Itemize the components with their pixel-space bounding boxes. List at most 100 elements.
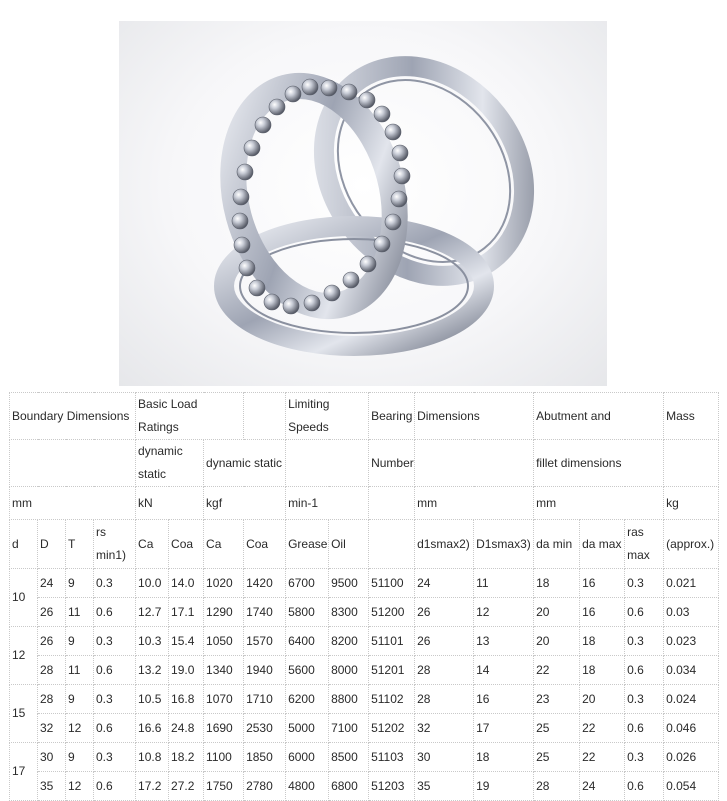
table-cell: 16.8 [168, 684, 205, 714]
table-cell: 25 [533, 742, 581, 772]
abutment-header: Abutment and [533, 392, 665, 440]
table-cell: 32 [414, 713, 475, 743]
table-cell: 51201 [368, 655, 416, 685]
table-cell: 1570 [243, 626, 287, 656]
table-cell: 9 [65, 568, 94, 598]
table-cell: 22 [579, 713, 626, 743]
mass-header: Mass [663, 392, 720, 440]
table-cell: 5600 [285, 655, 330, 685]
column-header-row: d D T rs min1) Ca Coa Ca Coa Grease Oil … [9, 519, 720, 569]
table-cell: 17.2 [135, 771, 170, 801]
table-row: 32 12 0.6 16.6 24.8 1690 2530 5000 7100 … [10, 713, 720, 743]
table-cell: 17 [473, 713, 535, 743]
d-cell: 12 [9, 626, 38, 685]
empty-header-cell [663, 439, 720, 487]
table-cell: 11 [473, 568, 535, 598]
table-cell: 9 [65, 742, 94, 772]
table-cell: 22 [533, 655, 581, 685]
table-cell: 1050 [203, 626, 245, 656]
table-cell: 0.046 [663, 713, 720, 743]
boundary-dimensions-header: Boundary Dimensions [8, 392, 137, 440]
table-cell: 20 [533, 626, 581, 656]
table-row: 28 11 0.6 13.2 19.0 1340 1940 5600 8000 … [10, 655, 720, 685]
table-cell: 0.023 [663, 626, 720, 656]
table-row: 35 12 0.6 17.2 27.2 1750 2780 4800 6800 … [10, 771, 720, 801]
table-cell: 18 [473, 742, 535, 772]
col-coa-kgf: Coa [243, 519, 287, 569]
table-cell: 1750 [203, 771, 245, 801]
table-cell: 10.5 [135, 684, 170, 714]
table-cell: 0.3 [624, 684, 665, 714]
table-cell: 0.3 [92, 626, 137, 656]
table-cell: 1850 [243, 742, 287, 772]
table-cell: 18.2 [168, 742, 205, 772]
unit-kn: kN [135, 486, 205, 520]
table-cell: 25 [533, 713, 581, 743]
table-cell: 2780 [243, 771, 287, 801]
table-cell: 18 [579, 626, 626, 656]
unit-speed: min-1 [285, 486, 370, 520]
col-oil: Oil [328, 519, 370, 569]
table-cell: 9500 [328, 568, 370, 598]
table-cell: 0.026 [663, 742, 720, 772]
col-d1smax: d1smax2) [414, 519, 475, 569]
table-cell: 24 [579, 771, 626, 801]
table-cell: 1940 [243, 655, 287, 685]
table-cell: 0.3 [92, 684, 137, 714]
table-cell: 12 [473, 597, 535, 627]
shaft-washer [313, 56, 535, 286]
table-cell: 1420 [243, 568, 287, 598]
table-cell: 1070 [203, 684, 245, 714]
table-cell: 9 [65, 626, 94, 656]
table-cell: 0.3 [92, 568, 137, 598]
table-cell: 51102 [368, 684, 416, 714]
table-cell: 6200 [285, 684, 330, 714]
table-cell: 0.6 [624, 597, 665, 627]
table-cell: 19.0 [168, 655, 205, 685]
table-cell: 1290 [203, 597, 245, 627]
table-cell: 26 [414, 597, 475, 627]
fillet-dimensions-header: fillet dimensions [533, 439, 665, 487]
table-cell: 0.03 [663, 597, 720, 627]
units-row: mm kN kgf min-1 mm mm kg [8, 486, 720, 520]
table-cell: 23 [533, 684, 581, 714]
table-cell: 0.6 [92, 597, 137, 627]
number-header: Number [368, 439, 416, 487]
table-cell: 6000 [285, 742, 330, 772]
table-cell: 4800 [285, 771, 330, 801]
table-cell: 0.024 [663, 684, 720, 714]
table-cell: 0.3 [92, 742, 137, 772]
table-cell: 10.0 [135, 568, 170, 598]
col-D1smax: D1smax3) [473, 519, 535, 569]
table-cell: 14.0 [168, 568, 205, 598]
table-cell: 28 [414, 655, 475, 685]
col-ca-kn: Ca [135, 519, 170, 569]
table-cell: 0.034 [663, 655, 720, 685]
table-cell: 1020 [203, 568, 245, 598]
unit-abut-mm: mm [533, 486, 665, 520]
col-T: T [65, 519, 94, 569]
table-cell: 51100 [368, 568, 416, 598]
table-cell: 8800 [328, 684, 370, 714]
table-cell: 8200 [328, 626, 370, 656]
unit-kgf: kgf [203, 486, 287, 520]
col-da-max: da max [579, 519, 626, 569]
table-row: 26 11 0.6 12.7 17.1 1290 1740 5800 8300 … [10, 597, 720, 627]
col-da-min: da min [533, 519, 581, 569]
table-cell: 7100 [328, 713, 370, 743]
table-cell: 2530 [243, 713, 287, 743]
unit-mm: mm [8, 486, 137, 520]
table-cell: 26 [37, 597, 66, 627]
product-photo-area [0, 0, 727, 392]
table-cell: 16 [579, 597, 626, 627]
d-cell: 17 [9, 742, 38, 801]
table-cell: 1340 [203, 655, 245, 685]
limiting-speeds-header: Limiting Speeds [285, 392, 370, 440]
table-cell: 51103 [368, 742, 416, 772]
table-cell: 6800 [328, 771, 370, 801]
table-cell: 1690 [203, 713, 245, 743]
table-cell: 27.2 [168, 771, 205, 801]
table-cell: 12 [65, 713, 94, 743]
table-cell: 0.6 [624, 771, 665, 801]
table-cell: 5800 [285, 597, 330, 627]
